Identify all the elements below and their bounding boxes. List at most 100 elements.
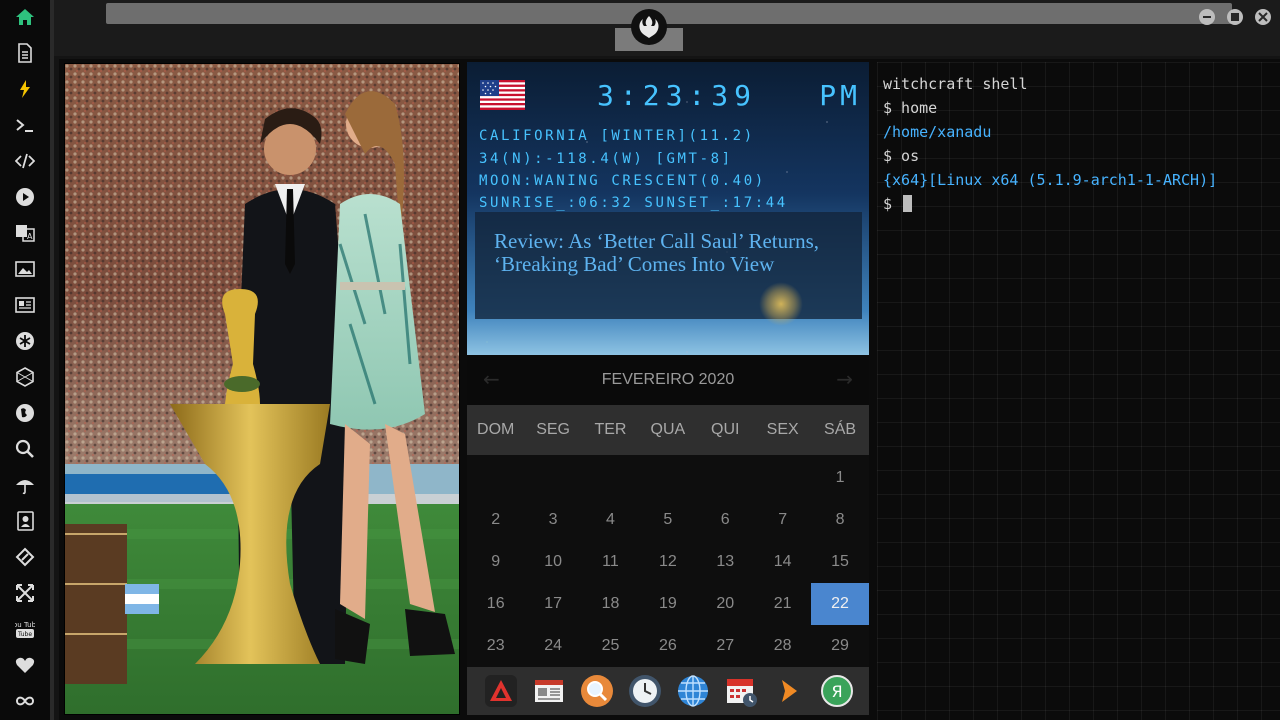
news-icon[interactable]: [13, 293, 37, 317]
left-icon-rail: A You Tube Tube: [0, 0, 50, 720]
close-button[interactable]: [1255, 9, 1271, 25]
calendar-day[interactable]: 19: [639, 583, 696, 625]
calendar-day[interactable]: 4: [582, 499, 639, 541]
news-headline[interactable]: Review: As ‘Better Call Saul’ Returns, ‘…: [494, 229, 819, 276]
terminal-panel[interactable]: witchcraft shell $ home /home/xanadu $ o…: [877, 62, 1280, 720]
calendar-day[interactable]: 12: [639, 541, 696, 583]
calendar-week: 2345678: [467, 499, 869, 541]
next-month-button[interactable]: →: [836, 367, 853, 391]
calendar-day[interactable]: [697, 457, 754, 499]
infinity-icon[interactable]: [13, 689, 37, 713]
calendar-week: 16 17 18 19 20 21 22: [467, 583, 869, 625]
clock-time: 3:23:39: [597, 79, 758, 112]
heart-icon[interactable]: [13, 653, 37, 677]
terminal-line: $ home: [883, 99, 938, 117]
document-icon[interactable]: [13, 41, 37, 65]
calendar-icon[interactable]: [724, 674, 758, 708]
tag-icon[interactable]: [13, 545, 37, 569]
calendar-day[interactable]: 15: [811, 541, 868, 583]
calendar-day-today[interactable]: 22: [811, 583, 869, 625]
calendar-day[interactable]: 9: [467, 541, 524, 583]
svg-text:Tube: Tube: [17, 631, 32, 638]
calendar-day[interactable]: 8: [811, 499, 868, 541]
calendar-day[interactable]: 21: [754, 583, 811, 625]
calendar-week: 1: [467, 457, 869, 499]
weekday-label: DOM: [477, 421, 515, 438]
calendar-day[interactable]: [582, 457, 639, 499]
calendar-day[interactable]: 23: [467, 625, 524, 667]
calendar-month-title: FEVEREIRO 2020: [601, 371, 735, 388]
arrow-icon[interactable]: [772, 674, 806, 708]
calendar-day[interactable]: 16: [467, 583, 524, 625]
terminal-line: {x64}[Linux x64 (5.1.9-arch1-1-ARCH)]: [883, 171, 1218, 189]
calendar-day[interactable]: 7: [754, 499, 811, 541]
clock-icon[interactable]: [628, 674, 662, 708]
calendar-day[interactable]: 18: [582, 583, 639, 625]
rail-divider: [50, 0, 54, 720]
calendar-day[interactable]: 3: [524, 499, 581, 541]
newspaper-icon[interactable]: [532, 674, 566, 708]
play-icon[interactable]: [13, 185, 37, 209]
maximize-button[interactable]: [1227, 9, 1243, 25]
home-icon[interactable]: [13, 5, 37, 29]
svg-text:You Tube: You Tube: [15, 621, 35, 629]
magnifier-icon[interactable]: [580, 674, 614, 708]
calendar-day[interactable]: 14: [754, 541, 811, 583]
calendar-day[interactable]: 20: [697, 583, 754, 625]
calendar-week: 9 10 11 12 13 14 15: [467, 541, 869, 583]
image-icon[interactable]: [13, 257, 37, 281]
calendar-header: ← FEVEREIRO 2020 →: [467, 355, 869, 405]
hexagon-icon[interactable]: [13, 365, 37, 389]
news-card[interactable]: Review: As ‘Better Call Saul’ Returns, ‘…: [475, 212, 862, 319]
calendar-grid: 1 2345678 9 10 11 12 13 14 15 16 17 18 19 20 21 22 2…: [467, 457, 869, 667]
calendar-day[interactable]: 5: [639, 499, 696, 541]
calendar-day[interactable]: 26: [639, 625, 696, 667]
calendar-day[interactable]: 25: [582, 625, 639, 667]
terminal-cursor[interactable]: [903, 195, 913, 212]
contact-icon[interactable]: [13, 509, 37, 533]
globe-icon[interactable]: [676, 674, 710, 708]
terminal-prompt-line[interactable]: $: [883, 192, 1280, 216]
calendar-day[interactable]: 17: [524, 583, 581, 625]
address-bar[interactable]: [106, 3, 1232, 24]
weekday-label: SEX: [766, 421, 799, 438]
moon-phase-text: MOON:WANING CRESCENT(0.40): [479, 173, 766, 189]
sunrise-sunset-text: SUNRISE_:06:32 SUNSET_:17:44: [479, 195, 788, 211]
calendar-day[interactable]: 27: [697, 625, 754, 667]
coordinates-text: 34(N):-118.4(W) [GMT-8]: [479, 151, 733, 167]
search-icon[interactable]: [13, 437, 37, 461]
expand-icon[interactable]: [13, 581, 37, 605]
calendar-day[interactable]: [467, 457, 524, 499]
weekday-label: TER: [594, 421, 627, 438]
calendar-day[interactable]: 24: [524, 625, 581, 667]
svg-text:A: A: [27, 232, 33, 241]
calendar-day[interactable]: 13: [697, 541, 754, 583]
app-launcher-icon[interactable]: [484, 674, 518, 708]
calendar-day[interactable]: [754, 457, 811, 499]
calendar-day[interactable]: 1: [811, 457, 868, 499]
translate-icon[interactable]: A: [13, 221, 37, 245]
calendar-day[interactable]: 2: [467, 499, 524, 541]
terminal-prompt: $: [883, 195, 902, 213]
calendar-day[interactable]: [639, 457, 696, 499]
calendar-day[interactable]: 29: [811, 625, 868, 667]
youtube-icon[interactable]: You Tube Tube: [13, 617, 37, 641]
calendar-day[interactable]: 28: [754, 625, 811, 667]
code-icon[interactable]: [13, 149, 37, 173]
calendar-day[interactable]: 11: [582, 541, 639, 583]
umbrella-icon[interactable]: [13, 473, 37, 497]
sun-glow: [759, 282, 803, 326]
rebel-alliance-icon: [631, 9, 667, 45]
yandex-icon[interactable]: Я: [820, 674, 854, 708]
terminal-line: witchcraft shell: [883, 75, 1028, 93]
calendar-day[interactable]: [524, 457, 581, 499]
minimize-button[interactable]: [1199, 9, 1215, 25]
calendar-day[interactable]: 6: [697, 499, 754, 541]
app-dock: Я: [467, 667, 869, 715]
bolt-icon[interactable]: [13, 77, 37, 101]
asterisk-icon[interactable]: [13, 329, 37, 353]
calendar-weekdays: DOM SEG TER QUA QUI SEX SÁB: [467, 405, 869, 455]
globe-icon[interactable]: [13, 401, 37, 425]
terminal-icon[interactable]: [13, 113, 37, 137]
calendar-day[interactable]: 10: [524, 541, 581, 583]
